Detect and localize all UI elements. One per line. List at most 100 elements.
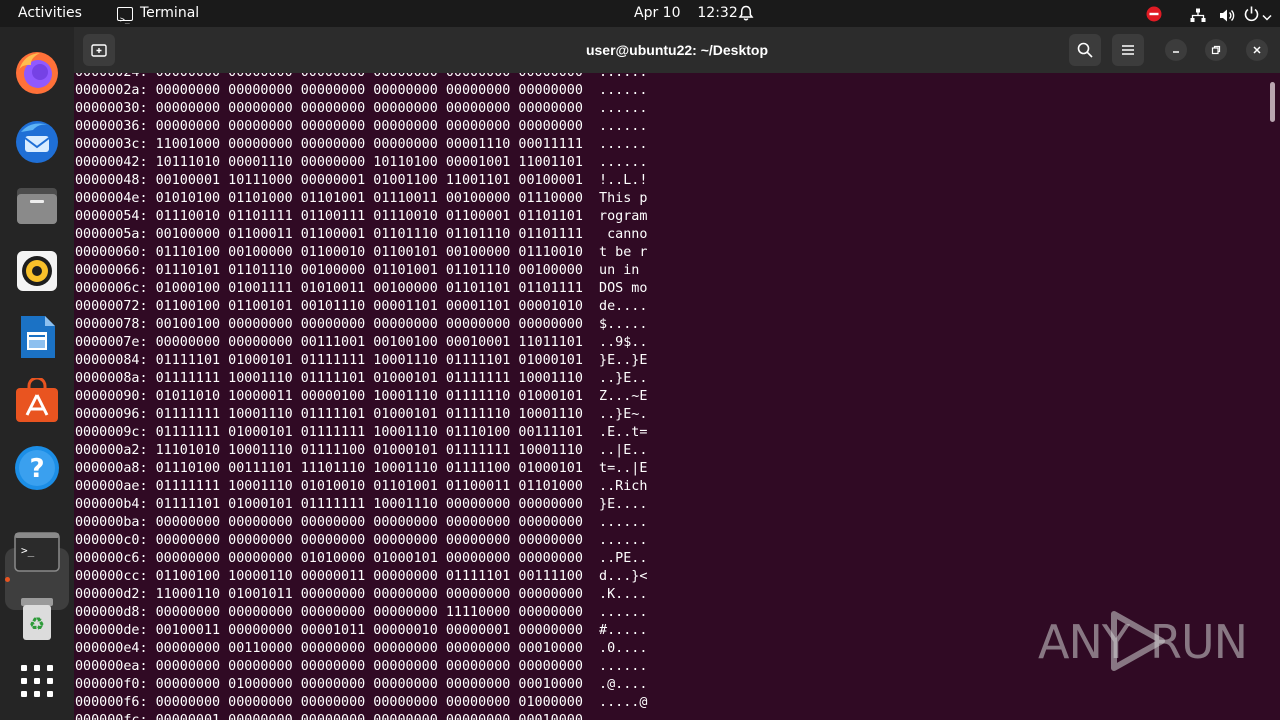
system-menu-chevron-down-icon[interactable]	[1262, 7, 1272, 21]
terminal-line: 000000a8: 01110100 00111101 11101110 100…	[75, 460, 647, 478]
app-center-icon[interactable]	[13, 377, 61, 425]
ascii-dump: t=..|E	[599, 461, 648, 476]
terminal-line: 0000008a: 01111111 10001110 01111101 010…	[75, 370, 647, 388]
terminal-line: 0000006c: 01000100 01001111 01010011 001…	[75, 280, 647, 298]
show-apps-icon[interactable]	[13, 657, 61, 705]
binary-bytes: 01100100 01100101 00101110 00001101 0000…	[155, 299, 583, 314]
thunderbird-icon[interactable]	[13, 117, 61, 165]
hex-address: 000000c6:	[75, 551, 148, 566]
close-button[interactable]	[1246, 39, 1268, 61]
terminal-line: 000000e4: 00000000 00110000 00000000 000…	[75, 640, 647, 658]
ascii-dump: .E..t=	[599, 425, 648, 440]
hex-address: 00000060:	[75, 245, 148, 260]
hex-address: 000000fc:	[75, 713, 148, 720]
terminal-line: 00000036: 00000000 00000000 00000000 000…	[75, 118, 647, 136]
hex-address: 00000096:	[75, 407, 148, 422]
ascii-dump: ......	[599, 605, 648, 620]
app-menu[interactable]: >_ Terminal	[117, 0, 199, 27]
volume-icon[interactable]	[1219, 6, 1235, 22]
ascii-dump: ......	[599, 137, 648, 152]
binary-bytes: 01111111 01000101 01111111 10001110 0111…	[155, 425, 583, 440]
binary-bytes: 11101010 10001110 01111100 01000101 0111…	[155, 443, 583, 458]
libreoffice-writer-icon[interactable]	[13, 313, 61, 361]
network-icon[interactable]	[1190, 6, 1206, 22]
hex-address: 0000005a:	[75, 227, 148, 242]
minimize-button[interactable]	[1165, 39, 1187, 61]
terminal-line: 000000c6: 00000000 00000000 01010000 010…	[75, 550, 647, 568]
terminal-line: 0000009c: 01111111 01000101 01111111 100…	[75, 424, 647, 442]
binary-bytes: 10111010 00001110 00000000 10110100 0000…	[155, 155, 583, 170]
notification-bell-icon[interactable]	[738, 5, 754, 22]
hex-address: 000000f6:	[75, 695, 148, 710]
watermark-right: RUN	[1150, 615, 1248, 669]
ascii-dump: #.....	[599, 623, 648, 638]
terminal-line: 0000007e: 00000000 00000000 00111001 001…	[75, 334, 647, 352]
terminal-line: 00000066: 01110101 01101110 00100000 011…	[75, 262, 647, 280]
ascii-dump: ......	[599, 155, 648, 170]
ascii-dump: .....@	[599, 695, 648, 710]
menu-button[interactable]	[1112, 34, 1144, 66]
ascii-dump: un in	[599, 263, 648, 278]
maximize-button[interactable]	[1205, 39, 1227, 61]
binary-bytes: 01111111 10001110 01111101 01000101 0111…	[155, 371, 583, 386]
ascii-dump: ..|E..	[599, 443, 648, 458]
terminal-line: 000000d8: 00000000 00000000 00000000 000…	[75, 604, 647, 622]
terminal-line: 00000030: 00000000 00000000 00000000 000…	[75, 100, 647, 118]
hex-address: 00000078:	[75, 317, 148, 332]
binary-bytes: 01110010 01101111 01100111 01110010 0110…	[155, 209, 583, 224]
binary-bytes: 01010100 01101000 01101001 01110011 0010…	[155, 191, 583, 206]
binary-bytes: 00100001 10111000 00000001 01001100 1100…	[155, 173, 583, 188]
close-icon	[1253, 46, 1261, 54]
ascii-dump: ......	[599, 119, 648, 134]
binary-bytes: 01110100 00111101 11101110 10001110 0111…	[155, 461, 583, 476]
binary-bytes: 00000000 00000000 00000000 00000000 0000…	[155, 83, 583, 98]
terminal-line: 00000024: 00000000 00000000 00000000 000…	[75, 73, 647, 82]
search-button[interactable]	[1069, 34, 1101, 66]
terminal-line: 00000060: 01110100 00100000 01100010 011…	[75, 244, 647, 262]
power-icon[interactable]	[1244, 5, 1259, 22]
trash-icon[interactable]: ♻	[13, 595, 61, 643]
hex-address: 00000066:	[75, 263, 148, 278]
ascii-dump: ......	[599, 101, 648, 116]
binary-bytes: 00000000 00000000 00000000 00000000 0000…	[155, 659, 583, 674]
hex-address: 0000003c:	[75, 137, 148, 152]
hex-address: 000000de:	[75, 623, 148, 638]
restore-icon	[1211, 45, 1221, 55]
hex-address: 00000048:	[75, 173, 148, 188]
ascii-dump: ......	[599, 73, 647, 80]
binary-bytes: 00000000 00000000 00000000 00000000 0000…	[155, 515, 583, 530]
binary-bytes: 00000000 01000000 00000000 00000000 0000…	[155, 677, 583, 692]
dock: ? >_ ♻	[0, 27, 74, 720]
terminal-scrollbar[interactable]	[1270, 82, 1275, 122]
binary-bytes: 00000000 00000000 00000000 00000000 0000…	[155, 101, 583, 116]
rhythmbox-icon[interactable]	[13, 247, 61, 295]
ascii-dump: .0....	[599, 641, 648, 656]
ascii-dump: ......	[599, 659, 648, 674]
hex-address: 000000f0:	[75, 677, 148, 692]
hex-address: 00000084:	[75, 353, 148, 368]
terminal-header-bar: user@ubuntu22: ~/Desktop	[74, 27, 1280, 73]
activities-button[interactable]: Activities	[18, 0, 82, 27]
files-icon[interactable]	[13, 181, 61, 229]
terminal-icon[interactable]: >_	[13, 528, 61, 576]
terminal-app-icon: >_	[117, 6, 133, 24]
help-icon[interactable]: ?	[13, 444, 61, 492]
clock[interactable]: Apr 10 12:32	[634, 0, 738, 27]
ascii-dump: .@....	[599, 677, 648, 692]
hex-address: 0000004e:	[75, 191, 148, 206]
hex-address: 00000030:	[75, 101, 148, 116]
ascii-dump: ..}E..	[599, 371, 648, 386]
do-not-disturb-icon[interactable]	[1146, 5, 1162, 22]
firefox-icon[interactable]	[13, 49, 61, 97]
binary-bytes: 01000100 01001111 01010011 00100000 0110…	[155, 281, 583, 296]
top-bar: Activities >_ Terminal Apr 10 12:32	[0, 0, 1280, 27]
svg-text:>_: >_	[21, 544, 35, 557]
terminal-line: 0000003c: 11001000 00000000 00000000 000…	[75, 136, 647, 154]
hex-address: 00000054:	[75, 209, 148, 224]
hex-address: 000000a2:	[75, 443, 148, 458]
hex-address: 0000009c:	[75, 425, 148, 440]
binary-bytes: 00000000 00000000 01010000 01000101 0000…	[155, 551, 583, 566]
ascii-dump: $.....	[599, 317, 648, 332]
date-label: Apr 10	[634, 5, 681, 21]
ascii-dump: Z...~E	[599, 389, 648, 404]
